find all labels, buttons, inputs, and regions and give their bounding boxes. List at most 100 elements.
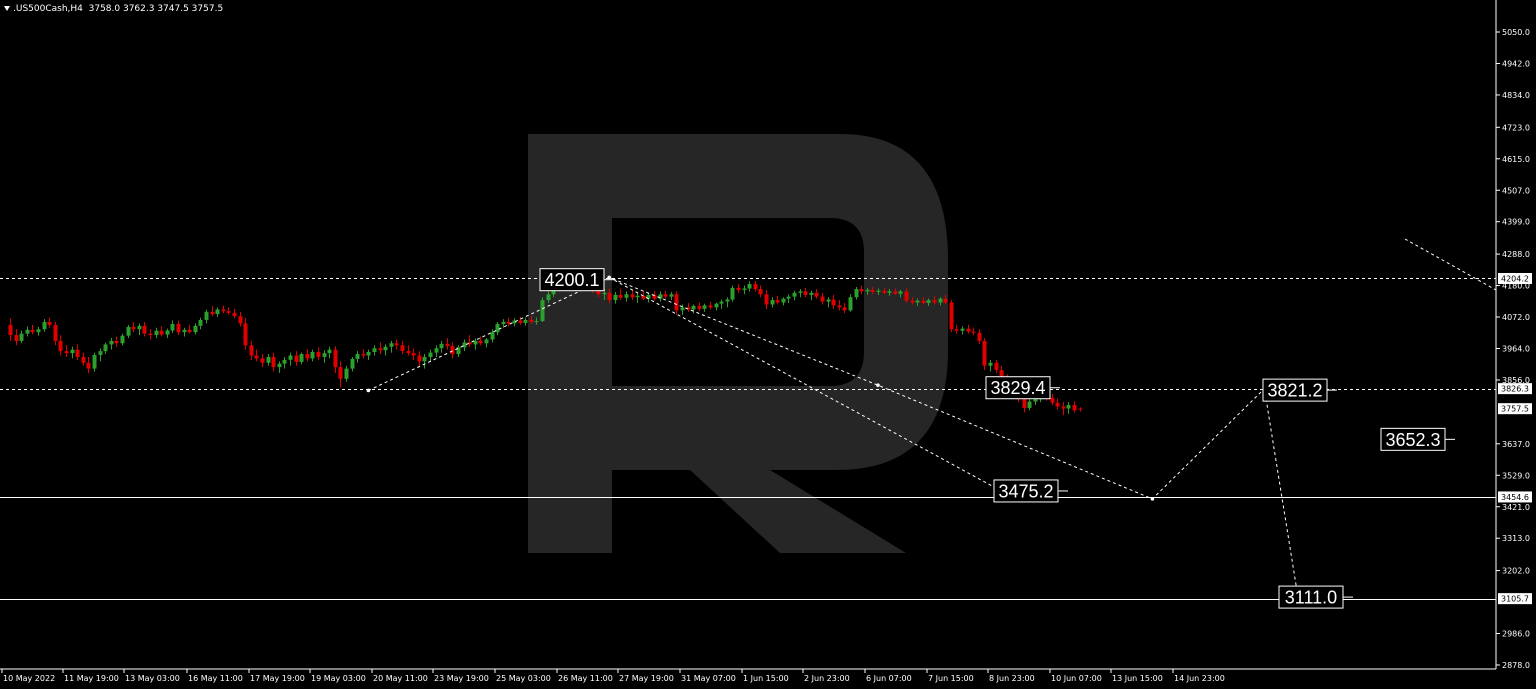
candle-body-181 — [1022, 399, 1027, 408]
candle-body-127 — [719, 301, 724, 304]
ohlc-values: 3758.0 3762.3 3747.5 3757.5 — [88, 4, 224, 14]
candle-body-71 — [406, 351, 411, 354]
time-tick-label-19: 14 Jun 23:00 — [1174, 674, 1225, 683]
price-tick-label-10: 3964.0 — [1502, 345, 1530, 354]
candle-body-109 — [618, 294, 623, 298]
candle-body-131 — [742, 288, 747, 290]
candle-body-111 — [630, 294, 635, 298]
candle-body-170 — [960, 328, 965, 331]
annotation-label-3: 3821.2 — [1267, 381, 1322, 401]
candle-body-93 — [529, 319, 534, 322]
candle-body-138 — [781, 298, 786, 303]
candle-body-70 — [400, 345, 405, 352]
candle-body-143 — [809, 292, 814, 295]
candle-body-10 — [64, 351, 69, 354]
candle-body-6 — [42, 321, 47, 330]
candle-body-51 — [294, 355, 299, 362]
candle-body-58 — [333, 349, 338, 368]
candle-body-59 — [338, 367, 343, 379]
candle-body-66 — [378, 348, 383, 351]
price-tick-label-12: 3637.0 — [1502, 440, 1530, 449]
candle-body-106 — [602, 292, 607, 295]
candle-body-61 — [350, 358, 355, 369]
candle-body-159 — [898, 291, 903, 294]
candle-body-52 — [299, 354, 304, 362]
candle-body-162 — [915, 300, 920, 303]
price-tick-label-13: 3529.0 — [1502, 471, 1530, 480]
candle-body-135 — [764, 294, 769, 305]
candle-body-12 — [75, 349, 80, 357]
candle-body-139 — [786, 296, 791, 299]
price-tag-label-2: 3757.5 — [1501, 405, 1529, 414]
price-tick-label-0: 5050.0 — [1502, 28, 1530, 37]
candle-body-140 — [792, 292, 797, 297]
candle-body-136 — [770, 300, 775, 305]
price-tick-label-18: 2878.0 — [1502, 661, 1530, 670]
candle-body-33 — [193, 325, 198, 333]
candle-body-116 — [658, 294, 663, 299]
chart-header: .US500Cash,H4 3758.0 3762.3 3747.5 3757.… — [4, 4, 223, 14]
price-tick-label-3: 4723.0 — [1502, 123, 1530, 132]
candle-body-54 — [310, 351, 315, 359]
candle-body-156 — [882, 290, 887, 293]
candle-body-95 — [540, 300, 545, 322]
candle-body-25 — [148, 333, 153, 336]
candle-body-130 — [736, 287, 741, 290]
candle-body-19 — [114, 340, 119, 344]
forecast-node-2 — [876, 383, 880, 388]
candle-body-17 — [103, 344, 108, 352]
price-tick-label-2: 4834.0 — [1502, 91, 1530, 100]
forecast-node-3 — [1150, 497, 1155, 501]
price-tag-label-3: 3454.6 — [1501, 493, 1529, 502]
candle-body-26 — [154, 330, 159, 336]
candle-body-91 — [518, 320, 523, 323]
candle-body-150 — [848, 297, 853, 311]
candle-body-119 — [674, 294, 679, 311]
candle-body-75 — [428, 352, 433, 357]
candle-body-50 — [288, 355, 293, 360]
candle-body-188 — [1061, 406, 1066, 409]
annotation-label-1: 3829.4 — [990, 378, 1045, 398]
candle-body-30 — [176, 324, 181, 333]
candle-body-67 — [383, 346, 388, 351]
price-chart[interactable]: 4200.1 3829.4 3475.2 3821.2 3652.3 3111.0 505… — [0, 0, 1536, 689]
candle-body-34 — [198, 319, 203, 326]
dropdown-triangle-icon[interactable] — [4, 6, 10, 11]
candle-body-62 — [355, 354, 360, 359]
candle-body-43 — [249, 345, 254, 356]
price-tick-label-6: 4399.0 — [1502, 218, 1530, 227]
annotation-label-4: 3652.3 — [1385, 430, 1440, 450]
candle-body-18 — [109, 340, 114, 345]
candle-body-28 — [165, 330, 170, 335]
candle-body-89 — [506, 321, 511, 324]
candle-body-148 — [837, 305, 842, 308]
time-tick-label-14: 6 Jun 07:00 — [866, 674, 912, 683]
candle-body-55 — [316, 351, 321, 357]
forecast-node-0 — [366, 388, 371, 393]
candle-body-74 — [422, 356, 427, 362]
price-tick-label-14: 3421.0 — [1502, 503, 1530, 512]
time-tick-label-1: 11 May 19:00 — [64, 674, 119, 683]
price-tick-label-4: 4615.0 — [1502, 155, 1530, 164]
candle-body-64 — [366, 351, 371, 356]
candle-body-113 — [641, 295, 646, 299]
candle-body-24 — [142, 325, 147, 334]
time-tick-label-11: 31 May 07:00 — [681, 674, 736, 683]
time-tick-label-10: 27 May 19:00 — [619, 674, 674, 683]
candle-body-186 — [1050, 397, 1055, 403]
candle-body-45 — [260, 358, 265, 363]
time-tick-label-0: 10 May 2022 — [3, 674, 55, 683]
price-tick-label-7: 4288.0 — [1502, 250, 1530, 259]
price-tag-label-0: 4204.2 — [1501, 274, 1529, 283]
candle-body-92 — [523, 319, 528, 323]
candle-body-183 — [1033, 399, 1038, 402]
candle-body-134 — [758, 289, 763, 295]
candle-body-167 — [943, 298, 948, 303]
candle-body-48 — [277, 363, 282, 368]
candle-body-4 — [30, 329, 35, 333]
candle-body-77 — [439, 343, 444, 349]
candle-body-110 — [624, 294, 629, 298]
candle-body-16 — [98, 351, 103, 355]
candle-body-3 — [25, 329, 30, 334]
candle-body-2 — [19, 333, 24, 341]
